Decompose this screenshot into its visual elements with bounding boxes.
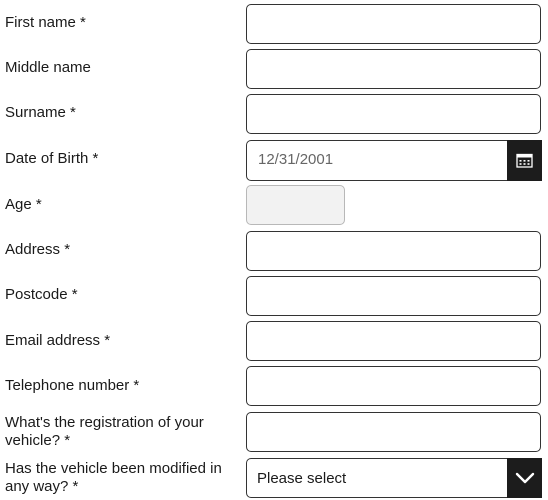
first-name-label: First name * xyxy=(5,14,86,31)
dropdown-toggle[interactable] xyxy=(507,458,542,498)
surname-label: Surname * xyxy=(5,104,76,121)
surname-input[interactable] xyxy=(246,94,541,134)
email-label: Email address * xyxy=(5,332,111,349)
address-label: Address * xyxy=(5,241,71,258)
chevron-down-icon xyxy=(515,472,534,484)
dob-placeholder: 12/31/2001 xyxy=(258,151,334,168)
first-name-input[interactable] xyxy=(246,4,541,44)
modified-label: Has the vehicle been modified in any way… xyxy=(5,460,222,495)
middle-name-input[interactable] xyxy=(246,49,541,89)
dob-input[interactable]: 12/31/2001 xyxy=(246,140,542,181)
registration-input[interactable] xyxy=(246,412,541,452)
telephone-label: Telephone number * xyxy=(5,377,140,394)
email-input[interactable] xyxy=(246,321,541,361)
age-label: Age * xyxy=(5,196,42,213)
calendar-icon xyxy=(516,153,533,168)
modified-selected-value: Please select xyxy=(257,470,347,487)
telephone-input[interactable] xyxy=(246,366,541,406)
postcode-label: Postcode * xyxy=(5,286,78,303)
middle-name-label: Middle name xyxy=(5,59,91,76)
postcode-input[interactable] xyxy=(246,276,541,316)
registration-label: What's the registration of your vehicle?… xyxy=(5,414,204,449)
dob-label: Date of Birth * xyxy=(5,150,99,167)
calendar-button[interactable] xyxy=(507,140,542,181)
modified-select[interactable]: Please select xyxy=(246,458,542,498)
address-input[interactable] xyxy=(246,231,541,271)
age-input xyxy=(246,185,345,225)
